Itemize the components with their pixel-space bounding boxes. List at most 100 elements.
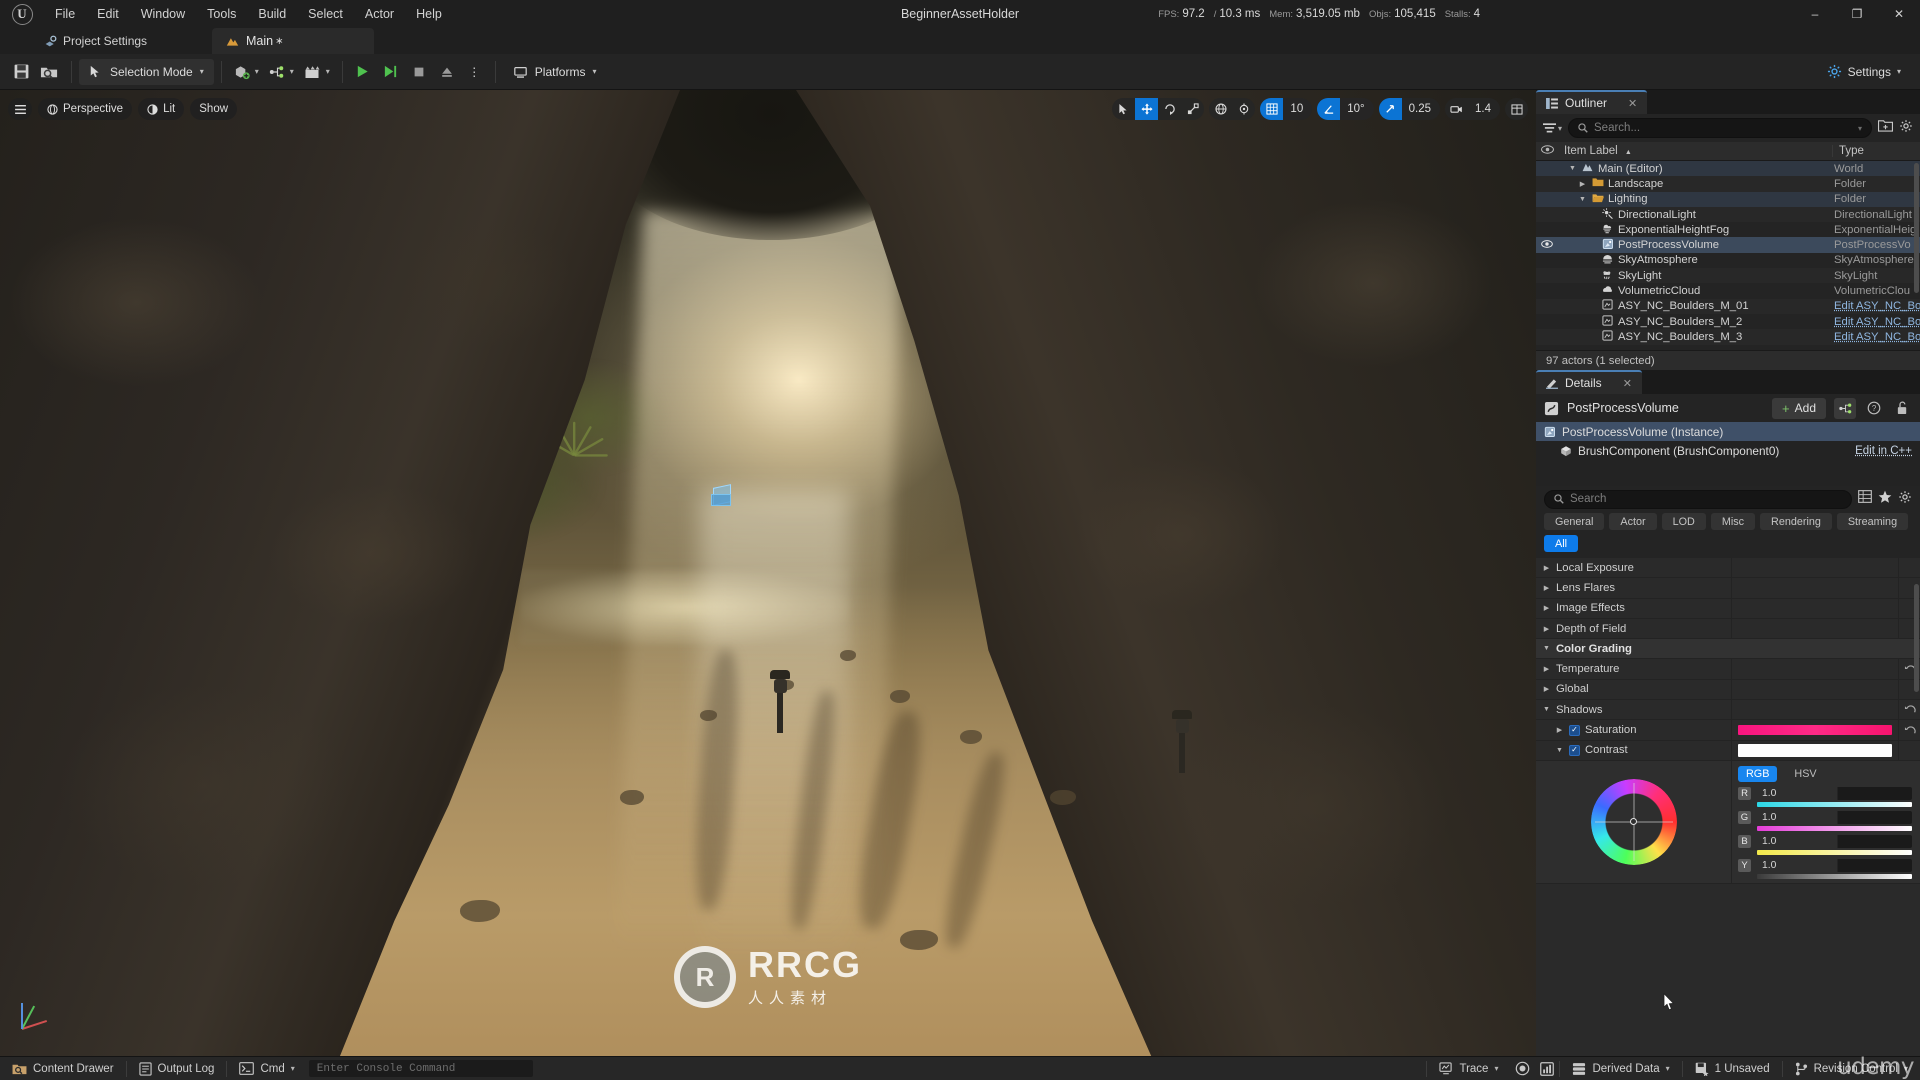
filter-chip-streaming[interactable]: Streaming — [1836, 513, 1909, 530]
details-properties[interactable]: ▶ Local Exposure ▶ Lens Flares ▶ Image Effect… — [1536, 558, 1920, 1056]
level-tab-main[interactable]: Main ∗ — [212, 28, 374, 54]
property-row[interactable]: ▶ Temperature — [1536, 659, 1920, 680]
viewport-layout-icon[interactable] — [1505, 98, 1528, 120]
component-row[interactable]: BrushComponent (BrushComponent0) Edit in … — [1536, 441, 1920, 460]
property-row[interactable]: ▶ Image Effects — [1536, 598, 1920, 619]
tab-outliner[interactable]: Outliner ✕ — [1536, 90, 1648, 114]
lock-details-button[interactable] — [1892, 398, 1912, 419]
outliner-row-type[interactable]: Edit ASY_NC_Bo — [1832, 300, 1920, 312]
viewport-menu-button[interactable] — [8, 98, 32, 120]
grid-snap-icon[interactable] — [1260, 98, 1284, 120]
trace-stats-button[interactable] — [1535, 1057, 1559, 1080]
play-options-button[interactable]: ⋮ — [462, 59, 488, 85]
outliner-row[interactable]: ASY_NC_Boulders_M_01 Edit ASY_NC_Bo — [1536, 298, 1920, 314]
filter-chip-lod[interactable]: LOD — [1661, 513, 1706, 530]
channel-value[interactable]: 1.0 — [1757, 834, 1912, 848]
details-settings-button[interactable] — [1898, 490, 1912, 509]
color-mode-hsv[interactable]: HSV — [1786, 766, 1824, 782]
browse-content-button[interactable] — [35, 59, 64, 85]
save-button[interactable] — [8, 59, 35, 85]
world-space-icon[interactable] — [1209, 98, 1232, 120]
menu-edit[interactable]: Edit — [86, 0, 130, 28]
scale-tool-icon[interactable] — [1181, 98, 1204, 120]
property-row[interactable]: ▼ ✓ Contrast — [1536, 740, 1920, 761]
visibility-toggle-icon[interactable] — [1536, 240, 1558, 250]
property-value-cell[interactable] — [1731, 740, 1898, 760]
property-row[interactable]: ▶ Local Exposure — [1536, 558, 1920, 579]
create-actor-button[interactable]: ▾ — [229, 59, 264, 85]
maximize-icon[interactable]: ❐ — [1836, 0, 1878, 28]
expand-collapse-icon[interactable]: ▶ — [1542, 685, 1551, 693]
details-search-input[interactable]: Search — [1544, 489, 1852, 509]
details-scrollbar[interactable] — [1914, 584, 1919, 692]
expand-collapse-icon[interactable]: ▶ — [1542, 564, 1551, 572]
property-value-cell[interactable] — [1731, 558, 1898, 578]
viewport-camera-mode[interactable]: Perspective — [38, 98, 133, 120]
details-columns-button[interactable] — [1858, 490, 1872, 508]
outliner-new-folder-button[interactable] — [1877, 119, 1894, 137]
menu-tools[interactable]: Tools — [196, 0, 247, 28]
expand-collapse-icon[interactable]: ▼ — [1568, 165, 1577, 172]
edit-in-cpp-link[interactable]: Edit in C++ — [1855, 445, 1912, 457]
color-swatch[interactable] — [1738, 725, 1892, 736]
outliner-row[interactable]: PostProcessVolume PostProcessVo — [1536, 237, 1920, 253]
output-log-button[interactable]: Output Log — [127, 1057, 227, 1080]
property-value-cell[interactable] — [1731, 700, 1898, 720]
selection-mode-dropdown[interactable]: Selection Mode ▾ — [79, 58, 214, 85]
outliner-row[interactable]: ASY_NC_Boulders_M_2 Edit ASY_NC_Bo — [1536, 314, 1920, 329]
stop-button[interactable] — [406, 59, 432, 85]
trace-record-button[interactable] — [1510, 1057, 1535, 1080]
angle-snap-icon[interactable] — [1317, 98, 1341, 120]
surface-snap-icon[interactable] — [1232, 98, 1255, 120]
filter-chip-misc[interactable]: Misc — [1710, 513, 1756, 530]
channel-slider[interactable] — [1757, 873, 1912, 879]
property-row[interactable]: ▶ Depth of Field — [1536, 618, 1920, 640]
filter-chip-general[interactable]: General — [1544, 513, 1605, 530]
property-value-cell[interactable] — [1731, 578, 1898, 598]
outliner-scrollbar[interactable] — [1914, 163, 1919, 293]
content-drawer-button[interactable]: Content Drawer — [0, 1057, 126, 1080]
property-row[interactable]: ▶ Global — [1536, 679, 1920, 701]
outliner-tree[interactable]: ▼ Main (Editor) World ▶ Landscape Folder ▼ Ligh… — [1536, 161, 1920, 350]
filter-chip-actor[interactable]: Actor — [1609, 513, 1657, 530]
level-viewport[interactable]: R RRCG 人人素材 Perspective Lit Show 10 10° … — [0, 90, 1536, 1056]
expand-collapse-icon[interactable]: ▼ — [1578, 196, 1587, 203]
outliner-row-type[interactable]: Edit ASY_NC_Bo — [1832, 316, 1920, 328]
camera-speed-value[interactable]: 1.4 — [1468, 98, 1500, 120]
minimize-icon[interactable]: – — [1794, 0, 1836, 28]
derived-data-button[interactable]: Derived Data ▾ — [1560, 1057, 1681, 1080]
unreal-logo-icon[interactable]: U — [0, 0, 44, 28]
property-row[interactable]: ▼ Color Grading — [1536, 639, 1920, 660]
help-button[interactable]: ? — [1864, 398, 1884, 419]
channel-slider[interactable] — [1757, 825, 1912, 831]
expand-collapse-icon[interactable]: ▼ — [1555, 747, 1564, 754]
menu-window[interactable]: Window — [130, 0, 196, 28]
close-icon[interactable]: ✕ — [1628, 97, 1637, 110]
property-row[interactable]: ▼ Shadows — [1536, 700, 1920, 721]
details-favorites-button[interactable] — [1878, 490, 1892, 509]
outliner-settings-button[interactable] — [1899, 119, 1913, 138]
add-component-button[interactable]: + Add — [1772, 397, 1826, 419]
expand-collapse-icon[interactable]: ▼ — [1542, 645, 1551, 652]
skip-button[interactable] — [378, 59, 404, 85]
rotate-tool-icon[interactable] — [1158, 98, 1181, 120]
selected-actor-gizmo[interactable] — [709, 482, 735, 510]
select-tool-icon[interactable] — [1112, 98, 1135, 120]
property-value-cell[interactable] — [1731, 618, 1898, 639]
blueprints-button[interactable]: ▾ — [264, 59, 299, 85]
outliner-search-input[interactable]: Search... ▾ — [1568, 118, 1872, 138]
expand-collapse-icon[interactable]: ▶ — [1542, 584, 1551, 592]
filter-chip-rendering[interactable]: Rendering — [1760, 513, 1832, 530]
close-icon[interactable]: ✕ — [1623, 377, 1632, 390]
color-mode-rgb[interactable]: RGB — [1738, 765, 1778, 782]
channel-slider[interactable] — [1757, 849, 1912, 855]
angle-snap-value[interactable]: 10° — [1340, 98, 1373, 120]
menu-build[interactable]: Build — [247, 0, 297, 28]
property-value-cell[interactable] — [1731, 598, 1898, 618]
expand-collapse-icon[interactable]: ▶ — [1542, 604, 1551, 612]
menu-actor[interactable]: Actor — [354, 0, 405, 28]
expand-collapse-icon[interactable]: ▶ — [1542, 625, 1551, 633]
console-command-input[interactable]: Enter Console Command — [308, 1060, 533, 1077]
project-settings-button[interactable]: Project Settings — [0, 28, 159, 54]
outliner-row[interactable]: DirectionalLight DirectionalLight — [1536, 206, 1920, 223]
